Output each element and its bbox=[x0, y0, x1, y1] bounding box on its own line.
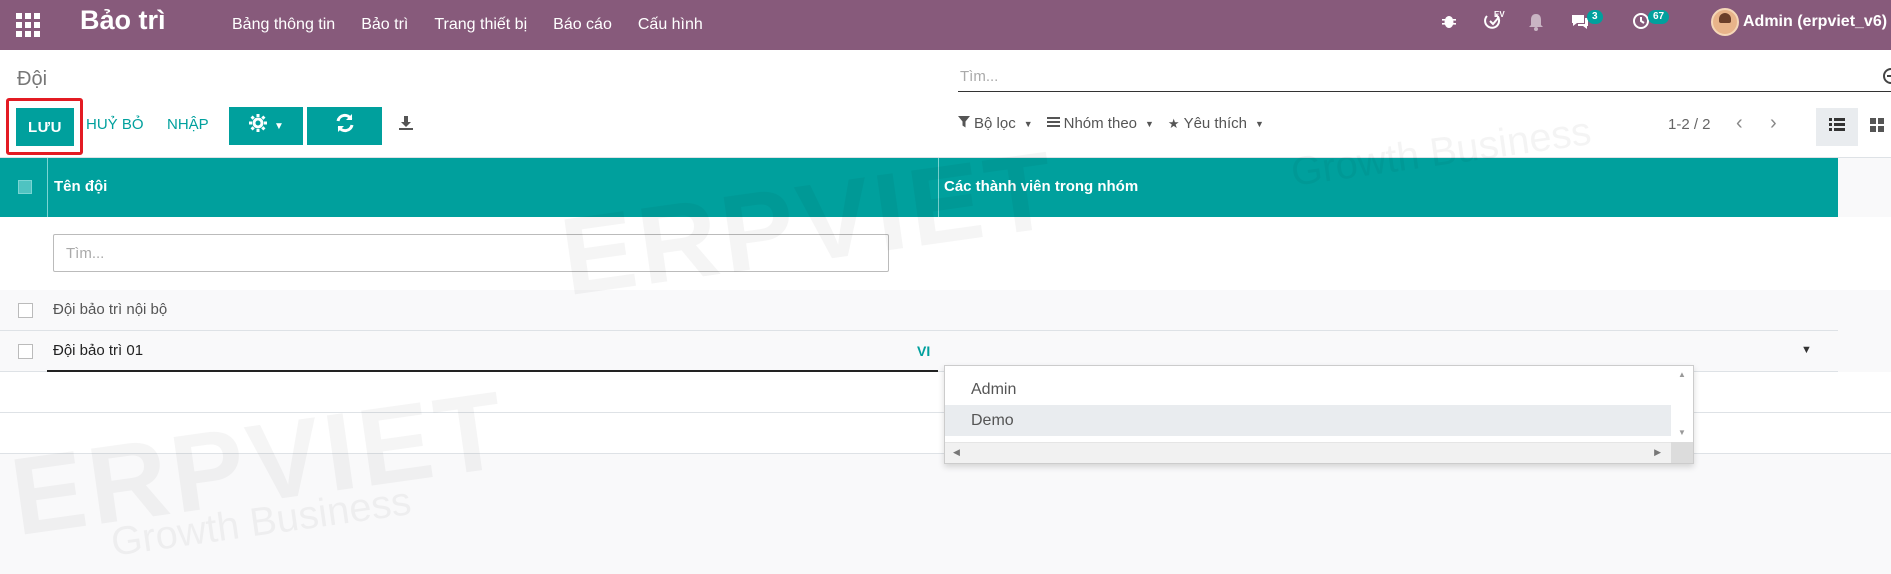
chevron-down-icon: ▼ bbox=[274, 120, 284, 132]
column-divider bbox=[938, 158, 939, 217]
refresh-icon bbox=[334, 112, 356, 140]
search-box bbox=[958, 62, 1891, 92]
team-name-edit-field[interactable]: Đội bảo trì 01 bbox=[53, 342, 143, 359]
language-badge: EV bbox=[1494, 10, 1505, 19]
download-icon[interactable] bbox=[398, 115, 416, 133]
favorites-label: Yêu thích bbox=[1183, 115, 1247, 132]
scroll-left-icon[interactable]: ◀ bbox=[953, 447, 960, 458]
bars-icon bbox=[1046, 116, 1060, 131]
menu-dashboard[interactable]: Bảng thông tin bbox=[232, 16, 335, 34]
filters-dropdown[interactable]: Bộ lọc ▼ bbox=[958, 115, 1033, 132]
team-name-filter-input[interactable] bbox=[53, 234, 889, 272]
import-button[interactable]: NHẬP bbox=[167, 116, 209, 133]
menu-maintenance[interactable]: Bảo trì bbox=[361, 16, 408, 34]
autocomplete-option-admin[interactable]: Admin bbox=[945, 374, 1671, 405]
app-brand[interactable]: Bảo trì bbox=[80, 5, 166, 36]
column-header-team-members[interactable]: Các thành viên trong nhóm bbox=[944, 178, 1138, 195]
action-menu-button[interactable]: ▼ bbox=[229, 107, 303, 145]
search-options: Bộ lọc ▼ Nhóm theo ▼ ★ Yêu thích ▼ bbox=[958, 115, 1278, 132]
vertical-scrollbar[interactable]: ▲ ▼ bbox=[1671, 366, 1693, 446]
scroll-down-icon[interactable]: ▼ bbox=[1678, 428, 1686, 437]
pager-previous-icon[interactable]: ‹ bbox=[1736, 112, 1743, 135]
scroll-right-icon[interactable]: ▶ bbox=[1654, 447, 1661, 458]
activities-count-badge: 67 bbox=[1648, 10, 1670, 24]
table-row[interactable]: Đội bảo trì nội bộ bbox=[0, 290, 1838, 331]
scrollbar-corner bbox=[1671, 442, 1693, 463]
translate-language-button[interactable]: VI bbox=[917, 343, 930, 359]
breadcrumb: Đội bbox=[17, 68, 48, 90]
pager-next-icon[interactable]: › bbox=[1770, 112, 1777, 135]
column-header-team-name[interactable]: Tên đội bbox=[54, 178, 107, 195]
user-avatar[interactable] bbox=[1711, 8, 1739, 36]
row-checkbox[interactable] bbox=[18, 344, 33, 359]
bell-icon[interactable] bbox=[1527, 12, 1545, 37]
scroll-up-icon[interactable]: ▲ bbox=[1678, 370, 1686, 379]
row-checkbox[interactable] bbox=[18, 303, 33, 318]
autocomplete-option-demo[interactable]: Demo bbox=[945, 405, 1671, 436]
chevron-down-icon: ▼ bbox=[1254, 118, 1264, 129]
chevron-down-icon: ▼ bbox=[1023, 118, 1033, 129]
groupby-label: Nhóm theo bbox=[1063, 115, 1137, 132]
kanban-icon bbox=[1869, 117, 1884, 137]
user-name-label: Admin (erpviet_v6) bbox=[1743, 13, 1888, 30]
list-view-button[interactable] bbox=[1816, 108, 1858, 146]
column-filter-row bbox=[0, 217, 1891, 290]
select-all-checkbox[interactable] bbox=[18, 180, 32, 194]
kanban-view-button[interactable] bbox=[1862, 108, 1891, 146]
discard-button[interactable]: HUỶ BỎ bbox=[86, 116, 144, 133]
bug-icon[interactable] bbox=[1440, 12, 1458, 35]
control-panel: Đội LƯU HUỶ BỎ NHẬP ▼ Bộ lọc ▼ bbox=[0, 50, 1891, 158]
save-button[interactable]: LƯU bbox=[16, 108, 74, 146]
filter-icon bbox=[958, 116, 970, 131]
user-menu[interactable]: Admin (erpviet_v6) ▾ bbox=[1743, 13, 1891, 31]
column-divider bbox=[47, 158, 48, 217]
table-header: Tên đội Các thành viên trong nhóm bbox=[0, 158, 1838, 217]
members-autocomplete-dropdown: Admin Demo ▲ ▼ ◀ ▶ bbox=[944, 365, 1694, 464]
apps-menu-icon[interactable] bbox=[16, 13, 40, 37]
star-icon: ★ bbox=[1167, 115, 1180, 131]
main-menu: Bảng thông tin Bảo trì Trang thiết bị Bá… bbox=[232, 0, 729, 50]
team-name-cell: Đội bảo trì nội bộ bbox=[53, 301, 168, 318]
pager-value[interactable]: 1-2 / 2 bbox=[1668, 116, 1711, 133]
top-navbar: Bảo trì Bảng thông tin Bảo trì Trang thi… bbox=[0, 0, 1891, 50]
groupby-dropdown[interactable]: Nhóm theo ▼ bbox=[1046, 115, 1154, 132]
menu-reporting[interactable]: Báo cáo bbox=[553, 16, 612, 34]
list-icon bbox=[1829, 118, 1845, 136]
horizontal-scrollbar[interactable]: ◀ ▶ bbox=[945, 442, 1671, 463]
refresh-button[interactable] bbox=[307, 107, 382, 145]
search-input[interactable] bbox=[958, 62, 1891, 91]
chevron-down-icon: ▼ bbox=[1145, 118, 1154, 129]
filters-label: Bộ lọc bbox=[974, 115, 1016, 132]
favorites-dropdown[interactable]: ★ Yêu thích ▼ bbox=[1168, 115, 1264, 132]
gear-icon bbox=[248, 113, 268, 139]
menu-equipment[interactable]: Trang thiết bị bbox=[434, 16, 527, 34]
members-dropdown-toggle-icon[interactable]: ▼ bbox=[1801, 344, 1812, 356]
menu-configuration[interactable]: Cấu hình bbox=[638, 16, 703, 34]
messages-count-badge: 3 bbox=[1587, 10, 1603, 24]
